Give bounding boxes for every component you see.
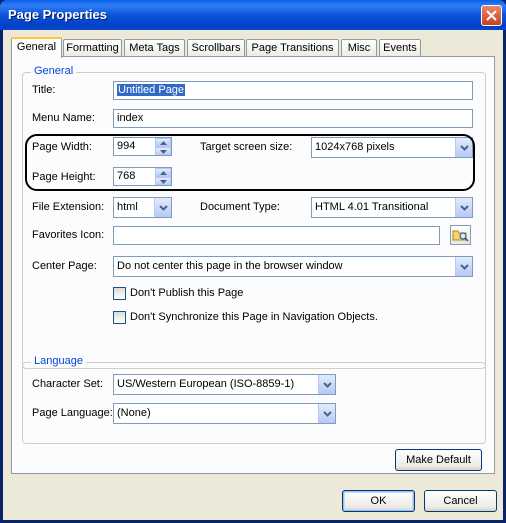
page-properties-window: Page Properties General Formatting Meta … (0, 0, 506, 523)
ok-button[interactable]: OK (342, 490, 415, 512)
file-extension-label: File Extension: (32, 201, 105, 213)
character-set-dropdown-button[interactable] (318, 375, 335, 394)
tab-page-transitions[interactable]: Page Transitions (246, 39, 339, 56)
document-type-select[interactable]: HTML 4.01 Transitional (311, 197, 473, 218)
center-page-dropdown-button[interactable] (455, 257, 472, 276)
character-set-select[interactable]: US/Western European (ISO-8859-1) (113, 374, 336, 395)
make-default-button[interactable]: Make Default (395, 449, 482, 471)
favorites-icon-input[interactable] (113, 226, 440, 245)
tab-meta-tags[interactable]: Meta Tags (124, 39, 185, 56)
center-page-label: Center Page: (32, 260, 97, 272)
tab-scrollbars[interactable]: Scrollbars (187, 39, 245, 56)
chevron-down-icon (323, 411, 332, 417)
tab-general[interactable]: General (11, 37, 62, 58)
title-bar[interactable]: Page Properties (0, 0, 506, 30)
title-label: Title: (32, 84, 56, 96)
page-language-value: (None) (117, 407, 151, 419)
close-button[interactable] (481, 5, 502, 26)
chevron-down-icon (159, 205, 168, 211)
general-tab-panel: General Title: Untitled Page Menu Name: … (11, 56, 495, 474)
document-type-dropdown-button[interactable] (455, 198, 472, 217)
page-language-select[interactable]: (None) (113, 403, 336, 424)
chevron-down-icon (460, 205, 469, 211)
browse-button[interactable] (450, 225, 471, 245)
tab-formatting[interactable]: Formatting (63, 39, 122, 56)
page-language-label: Page Language: (32, 407, 113, 419)
general-group-label: General (31, 65, 77, 77)
window-title: Page Properties (8, 7, 107, 22)
document-type-label: Document Type: (200, 201, 280, 213)
dont-publish-checkbox[interactable] (113, 287, 126, 300)
favorites-icon-label: Favorites Icon: (32, 229, 105, 241)
tab-misc[interactable]: Misc (341, 39, 377, 56)
center-page-value: Do not center this page in the browser w… (117, 260, 343, 272)
dont-publish-label[interactable]: Don't Publish this Page (130, 287, 243, 299)
tab-events[interactable]: Events (379, 39, 421, 56)
page-size-highlight-outline (25, 134, 475, 191)
dont-sync-checkbox[interactable] (113, 311, 126, 324)
title-input[interactable]: Untitled Page (113, 81, 473, 100)
document-type-value: HTML 4.01 Transitional (315, 201, 429, 213)
file-extension-value: html (117, 201, 138, 213)
character-set-label: Character Set: (32, 378, 103, 390)
character-set-value: US/Western European (ISO-8859-1) (117, 378, 295, 390)
file-extension-select[interactable]: html (113, 197, 172, 218)
folder-browse-icon (452, 230, 469, 242)
chevron-down-icon (323, 382, 332, 388)
center-page-select[interactable]: Do not center this page in the browser w… (113, 256, 473, 277)
page-language-dropdown-button[interactable] (318, 404, 335, 423)
menu-name-input[interactable]: index (113, 109, 473, 128)
cancel-button[interactable]: Cancel (424, 490, 497, 512)
close-icon (486, 10, 497, 21)
file-extension-dropdown-button[interactable] (154, 198, 171, 217)
dialog-body: General Formatting Meta Tags Scrollbars … (3, 30, 503, 520)
dont-sync-label[interactable]: Don't Synchronize this Page in Navigatio… (130, 311, 378, 323)
menu-name-label: Menu Name: (32, 112, 95, 124)
language-group-label: Language (31, 355, 86, 367)
chevron-down-icon (460, 264, 469, 270)
title-input-value: Untitled Page (117, 84, 186, 96)
